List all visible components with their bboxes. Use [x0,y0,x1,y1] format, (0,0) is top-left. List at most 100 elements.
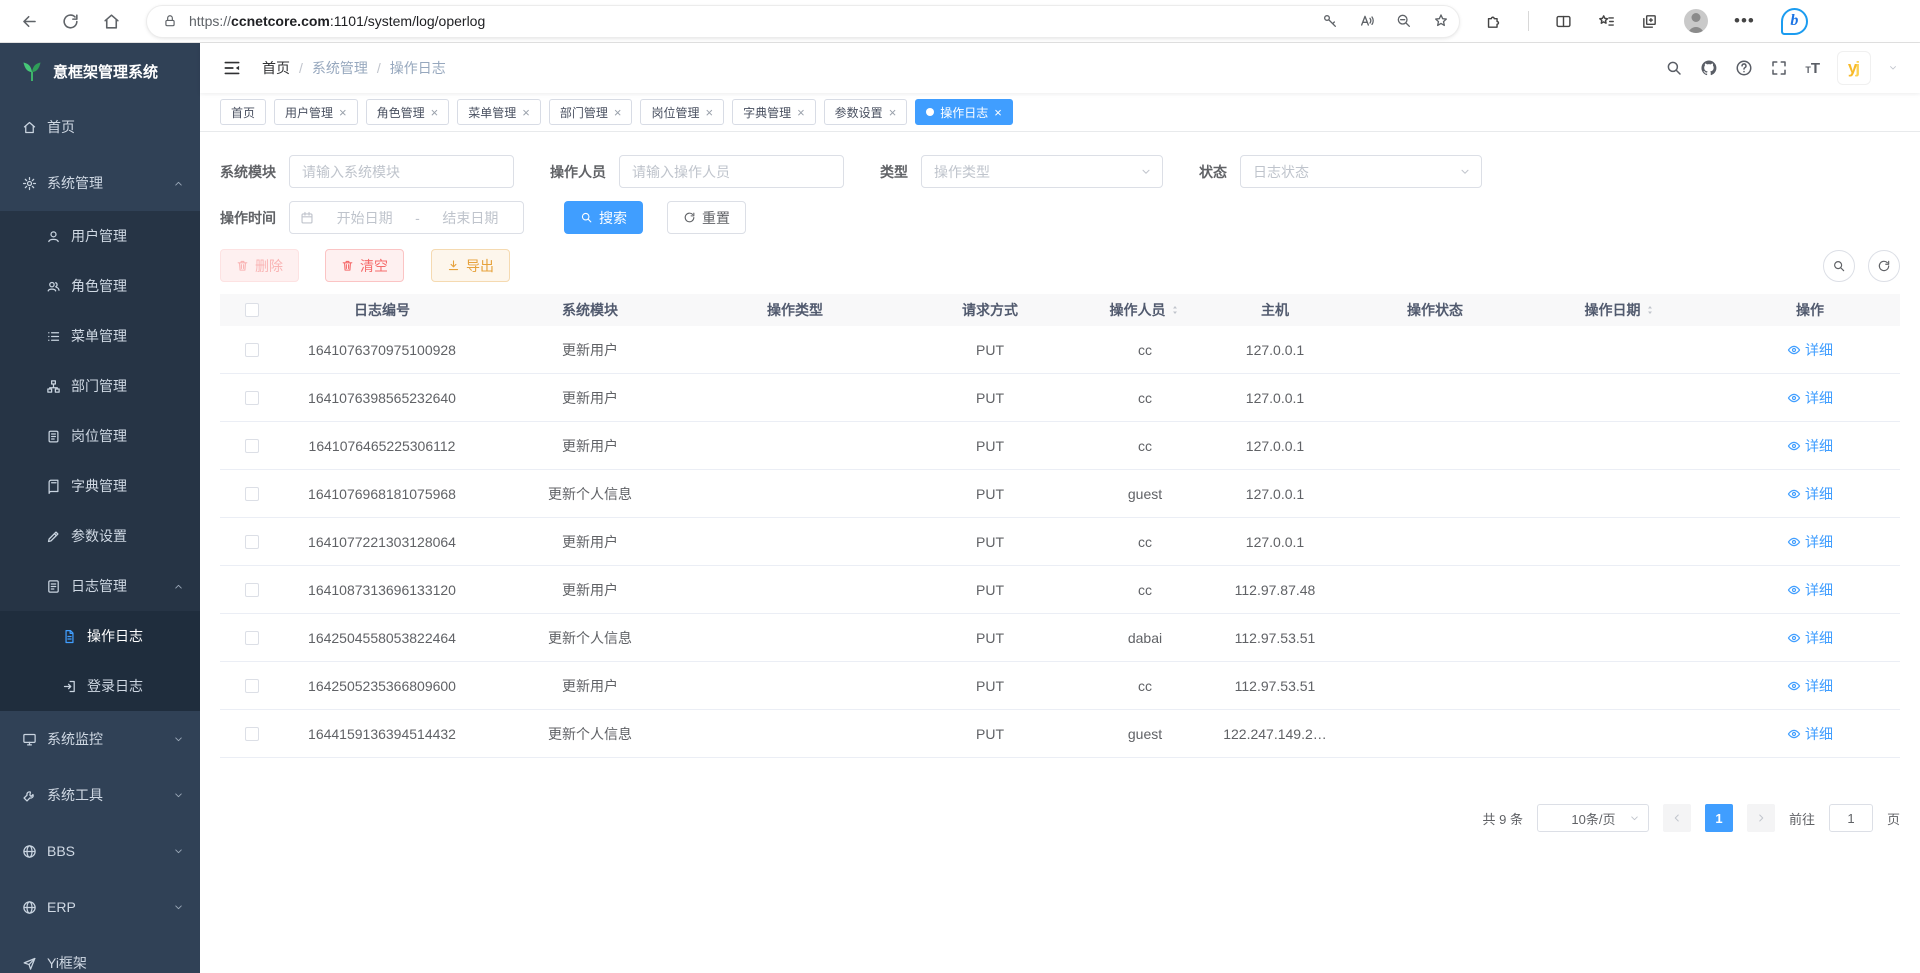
row-checkbox[interactable] [245,391,259,405]
row-checkbox[interactable] [245,439,259,453]
sidebar-item-ERP[interactable]: ERP [0,879,200,935]
tab-参数设置[interactable]: 参数设置× [824,99,908,125]
fullscreen-icon[interactable] [1770,59,1788,77]
detail-link[interactable]: 详细 [1787,724,1833,744]
sidebar-item-系统监控[interactable]: 系统监控 [0,711,200,767]
detail-link[interactable]: 详细 [1787,580,1833,600]
browser-profile-avatar[interactable] [1684,9,1708,33]
home-icon[interactable] [102,12,121,31]
font-size-icon[interactable]: TT [1805,61,1820,76]
row-checkbox[interactable] [245,727,259,741]
page-size-select[interactable]: 10条/页 [1537,804,1649,832]
help-icon[interactable] [1735,59,1753,77]
collections-icon[interactable] [1641,13,1658,30]
status-select[interactable]: 日志状态 [1240,155,1482,188]
reload-icon[interactable] [61,12,80,31]
type-select[interactable]: 操作类型 [921,155,1163,188]
column-header-操作人员[interactable]: 操作人员 [1090,300,1200,320]
tab-close-icon[interactable]: × [522,106,530,119]
breadcrumb-home[interactable]: 首页 [262,58,290,78]
tab-部门管理[interactable]: 部门管理× [549,99,633,125]
tab-角色管理[interactable]: 角色管理× [366,99,450,125]
tab-操作日志[interactable]: 操作日志× [915,99,1013,125]
tab-菜单管理[interactable]: 菜单管理× [457,99,541,125]
tab-close-icon[interactable]: × [889,106,897,119]
favorites-bar-icon[interactable] [1598,13,1615,30]
delete-button[interactable]: 删除 [220,249,299,282]
split-screen-icon[interactable] [1555,13,1572,30]
clear-button[interactable]: 清空 [325,249,404,282]
sidebar-item-岗位管理[interactable]: 岗位管理 [0,411,200,461]
date-range-picker[interactable]: 开始日期 - 结束日期 [289,201,524,234]
sidebar-item-字典管理[interactable]: 字典管理 [0,461,200,511]
fold-menu-icon[interactable] [222,58,242,78]
detail-link[interactable]: 详细 [1787,388,1833,408]
search-button[interactable]: 搜索 [564,201,643,234]
github-icon[interactable] [1700,59,1718,77]
detail-link[interactable]: 详细 [1787,676,1833,696]
search-icon[interactable] [1665,59,1683,77]
user-avatar[interactable]: yj [1837,51,1871,85]
sidebar-item-菜单管理[interactable]: 菜单管理 [0,311,200,361]
tab-用户管理[interactable]: 用户管理× [274,99,358,125]
caret-down-icon[interactable] [1888,63,1898,73]
breadcrumb-system[interactable]: 系统管理 [312,58,368,78]
tab-close-icon[interactable]: × [994,106,1002,119]
tab-close-icon[interactable]: × [705,106,713,119]
globe-icon [22,900,37,915]
tab-字典管理[interactable]: 字典管理× [732,99,816,125]
sidebar-item-系统管理[interactable]: 系统管理 [0,155,200,211]
reset-button[interactable]: 重置 [667,201,746,234]
sidebar-item-用户管理[interactable]: 用户管理 [0,211,200,261]
extensions-icon[interactable] [1485,13,1502,30]
sidebar-item-日志管理[interactable]: 日志管理 [0,561,200,611]
tab-close-icon[interactable]: × [797,106,805,119]
table-search-button[interactable] [1823,250,1855,282]
row-checkbox[interactable] [245,679,259,693]
add-favorite-icon[interactable] [1433,13,1449,29]
module-input[interactable] [289,155,514,188]
row-checkbox[interactable] [245,487,259,501]
operator-input[interactable] [619,155,844,188]
detail-link[interactable]: 详细 [1787,532,1833,552]
sidebar-item-系统工具[interactable]: 系统工具 [0,767,200,823]
goto-page-input[interactable] [1829,804,1873,832]
row-checkbox[interactable] [245,631,259,645]
tab-close-icon[interactable]: × [614,106,622,119]
select-all-checkbox[interactable] [245,303,259,317]
sidebar-item-BBS[interactable]: BBS [0,823,200,879]
sidebar-item-首页[interactable]: 首页 [0,99,200,155]
sidebar-item-参数设置[interactable]: 参数设置 [0,511,200,561]
next-page-button[interactable] [1747,804,1775,832]
row-checkbox[interactable] [245,535,259,549]
sidebar-item-部门管理[interactable]: 部门管理 [0,361,200,411]
prev-page-button[interactable] [1663,804,1691,832]
zoom-out-icon[interactable] [1396,13,1412,29]
tab-岗位管理[interactable]: 岗位管理× [640,99,724,125]
password-key-icon[interactable] [1322,13,1338,29]
browser-more-icon[interactable]: ••• [1734,11,1755,31]
address-bar[interactable]: https://ccnetcore.com:1101/system/log/op… [147,6,1459,37]
sidebar-item-角色管理[interactable]: 角色管理 [0,261,200,311]
tab-close-icon[interactable]: × [339,106,347,119]
pagination: 共 9 条 10条/页 1 前往 页 [220,804,1900,832]
page-number-1[interactable]: 1 [1705,804,1733,832]
copilot-icon[interactable]: b [1781,8,1808,35]
read-aloud-icon[interactable] [1359,13,1375,29]
sidebar-item-Yi框架[interactable]: Yi框架 [0,935,200,973]
url-text[interactable]: https://ccnetcore.com:1101/system/log/op… [189,13,485,29]
tab-首页[interactable]: 首页 [220,99,266,125]
sidebar-item-登录日志[interactable]: 登录日志 [0,661,200,711]
detail-link[interactable]: 详细 [1787,628,1833,648]
detail-link[interactable]: 详细 [1787,484,1833,504]
table-refresh-button[interactable] [1868,250,1900,282]
sidebar-item-操作日志[interactable]: 操作日志 [0,611,200,661]
back-icon[interactable] [20,12,39,31]
row-checkbox[interactable] [245,343,259,357]
row-checkbox[interactable] [245,583,259,597]
detail-link[interactable]: 详细 [1787,436,1833,456]
detail-link[interactable]: 详细 [1787,340,1833,360]
tab-close-icon[interactable]: × [431,106,439,119]
export-button[interactable]: 导出 [431,249,510,282]
column-header-操作日期[interactable]: 操作日期 [1520,300,1720,320]
